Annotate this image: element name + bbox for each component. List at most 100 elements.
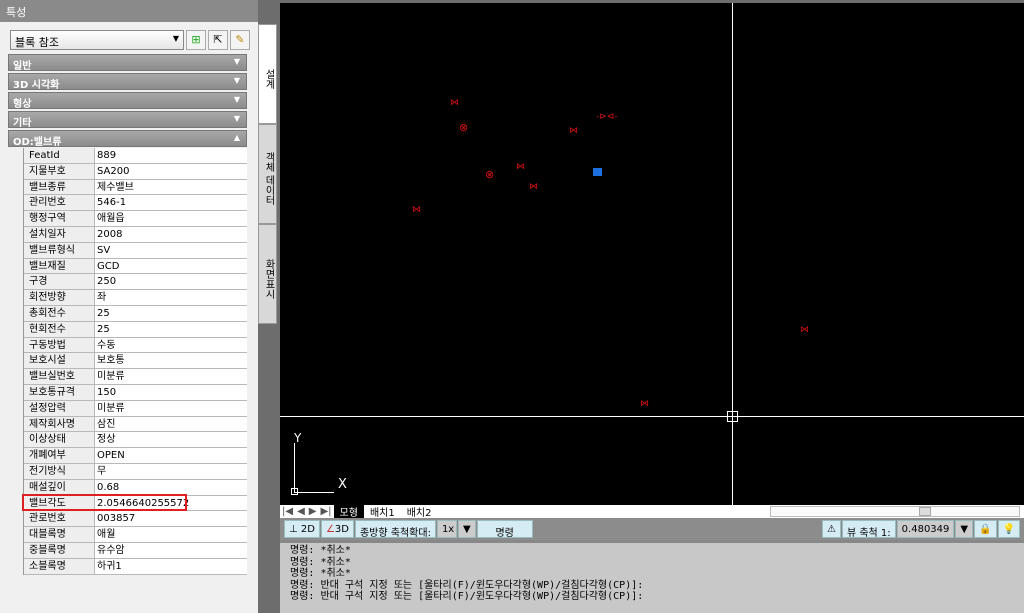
property-row[interactable]: 보호시설 보호통 xyxy=(24,353,247,370)
valve-symbol[interactable]: ⊗ xyxy=(459,122,468,133)
property-row[interactable]: 행정구역 애월읍 xyxy=(24,211,247,227)
drawing-canvas[interactable]: ⋈ ⊗ ⋈ -⊳⊲- ⊗ ⋈ ⋈ ⋈ ⋈ ⋈ Y X xyxy=(280,3,1024,505)
property-value[interactable]: SA200 xyxy=(95,164,247,179)
category-geometry[interactable]: 형상 ▼ xyxy=(8,92,247,110)
exaggeration-value[interactable]: 1x xyxy=(436,520,457,538)
property-row[interactable]: 관리번호 546-1 xyxy=(24,195,247,212)
valve-symbol[interactable]: ⋈ xyxy=(800,326,809,335)
selected-grip[interactable] xyxy=(593,168,602,176)
tab-object-data[interactable]: 객체 데이터 xyxy=(258,124,277,224)
property-value[interactable]: 150 xyxy=(95,385,247,400)
valve-symbol[interactable]: ⋈ xyxy=(569,127,578,136)
scroll-thumb[interactable] xyxy=(919,507,931,516)
property-row[interactable]: FeatId 889 xyxy=(24,148,247,164)
property-value[interactable]: 546-1 xyxy=(95,195,247,210)
property-row[interactable]: 현회전수 25 xyxy=(24,321,247,338)
command-history[interactable]: 명령: *취소* 명령: *취소* 명령: *취소* 명령: 반대 구석 지정 또는 … xyxy=(280,540,1024,613)
category-general[interactable]: 일반 ▼ xyxy=(8,54,247,72)
tab-layout1[interactable]: 배치1 xyxy=(364,504,401,519)
category-label: 형상 xyxy=(13,99,32,110)
property-row[interactable]: 밸브재질 GCD xyxy=(24,258,247,275)
valve-symbol[interactable]: ⋈ xyxy=(516,163,525,172)
valve-symbol[interactable]: ⋈ xyxy=(412,206,421,215)
tab-display[interactable]: 화면표시 xyxy=(258,224,277,324)
valve-symbol[interactable]: ⋈ xyxy=(450,99,459,108)
valve-symbol[interactable]: ⋈ xyxy=(640,400,649,409)
property-row[interactable]: 밸브실번호 미분류 xyxy=(24,369,247,385)
valve-symbol[interactable]: -⊳⊲- xyxy=(596,113,618,122)
property-value[interactable]: 수동 xyxy=(95,338,247,353)
property-row[interactable]: 관로번호 003857 xyxy=(24,511,247,528)
property-row[interactable]: 총회전수 25 xyxy=(24,305,247,322)
property-value[interactable]: 0.68 xyxy=(95,480,247,495)
property-row[interactable]: 개폐여부 OPEN xyxy=(24,448,247,464)
property-value[interactable]: 미분류 xyxy=(95,369,247,384)
property-name: FeatId xyxy=(24,148,95,163)
property-value[interactable]: 250 xyxy=(95,274,247,289)
prev-tab-icon[interactable]: ◀ xyxy=(295,506,307,517)
lightbulb-icon[interactable]: 💡 xyxy=(997,520,1020,538)
property-value[interactable]: OPEN xyxy=(95,448,247,463)
category-misc[interactable]: 기타 ▼ xyxy=(8,111,247,129)
property-name: 설정압력 xyxy=(24,400,95,416)
tab-design[interactable]: 설계 xyxy=(258,24,277,124)
chevron-down-icon: ▼ xyxy=(233,76,240,85)
last-tab-icon[interactable]: ▶| xyxy=(318,506,333,517)
property-value[interactable]: 하귀1 xyxy=(95,559,247,574)
category-od-valve[interactable]: OD:밸브류 ▲ xyxy=(8,130,247,148)
lock-icon[interactable]: 🔒 xyxy=(974,520,997,538)
quick-select-button[interactable]: ⊞ xyxy=(186,30,206,50)
property-value[interactable]: 제수밸브 xyxy=(95,180,247,195)
property-value[interactable]: 25 xyxy=(95,306,247,321)
property-value[interactable]: 미분류 xyxy=(95,401,247,416)
property-row[interactable]: 구동방법 수동 xyxy=(24,337,247,354)
property-value[interactable]: 보호통 xyxy=(95,353,247,368)
valve-symbol[interactable]: ⋈ xyxy=(529,183,538,192)
property-row[interactable]: 밸브종류 제수밸브 xyxy=(24,179,247,196)
property-value[interactable]: 유수암 xyxy=(95,543,247,558)
view-scale-value[interactable]: 0.480349 xyxy=(896,520,955,538)
property-value[interactable]: 정상 xyxy=(95,432,247,447)
property-value[interactable]: 003857 xyxy=(95,511,247,526)
property-row[interactable]: 대블록명 애월 xyxy=(24,527,247,543)
property-value[interactable]: 애월읍 xyxy=(95,211,247,226)
view-2d-button[interactable]: ⊥ 2D xyxy=(284,520,320,538)
property-row[interactable]: 이상상태 정상 xyxy=(24,432,247,449)
property-value[interactable]: 삼진 xyxy=(95,417,247,432)
chevron-down-icon[interactable]: ▼ xyxy=(955,520,974,538)
property-row[interactable]: 지물부호 SA200 xyxy=(24,163,247,180)
view-3d-button[interactable]: ∠3D xyxy=(320,520,354,538)
property-value[interactable]: 2008 xyxy=(95,227,247,242)
object-type-select[interactable]: 블록 참조 ▼ xyxy=(10,30,184,50)
property-row[interactable]: 밸브류형식 SV xyxy=(24,242,247,259)
next-tab-icon[interactable]: ▶ xyxy=(307,506,319,517)
property-row[interactable]: 보호통규격 150 xyxy=(24,384,247,401)
toggle-pickadd-button[interactable]: ✎ xyxy=(230,30,250,50)
command-line: 명령: *취소* xyxy=(290,568,351,579)
property-row[interactable]: 소블록명 하귀1 xyxy=(24,558,247,575)
property-row[interactable]: 중블록명 유수암 xyxy=(24,542,247,559)
chevron-down-icon[interactable]: ▼ xyxy=(457,520,476,538)
property-value[interactable]: 25 xyxy=(95,322,247,337)
property-row[interactable]: 회전방향 좌 xyxy=(24,290,247,306)
valve-symbol[interactable]: ⊗ xyxy=(485,169,494,180)
select-objects-button[interactable]: ⇱ xyxy=(208,30,228,50)
property-row[interactable]: 전기방식 무 xyxy=(24,463,247,480)
tab-model[interactable]: 모형 xyxy=(333,504,364,519)
category-3d-visualization[interactable]: 3D 시각화 ▼ xyxy=(8,73,247,91)
property-row[interactable]: 설치일자 2008 xyxy=(24,226,247,243)
property-value[interactable]: GCD xyxy=(95,259,247,274)
command-button[interactable]: 명령 xyxy=(476,520,533,539)
warning-icon[interactable]: ⚠ xyxy=(822,520,841,538)
property-row[interactable]: 제작회사명 삼진 xyxy=(24,416,247,433)
property-value[interactable]: SV xyxy=(95,243,247,258)
horizontal-scrollbar[interactable] xyxy=(770,506,1020,517)
property-value[interactable]: 좌 xyxy=(95,290,247,305)
tab-layout2[interactable]: 배치2 xyxy=(401,504,438,519)
property-value[interactable]: 무 xyxy=(95,464,247,479)
property-row[interactable]: 설정압력 미분류 xyxy=(24,400,247,417)
property-value[interactable]: 애월 xyxy=(95,527,247,542)
property-value[interactable]: 889 xyxy=(95,148,247,163)
first-tab-icon[interactable]: |◀ xyxy=(280,506,295,517)
property-row[interactable]: 구경 250 xyxy=(24,274,247,291)
